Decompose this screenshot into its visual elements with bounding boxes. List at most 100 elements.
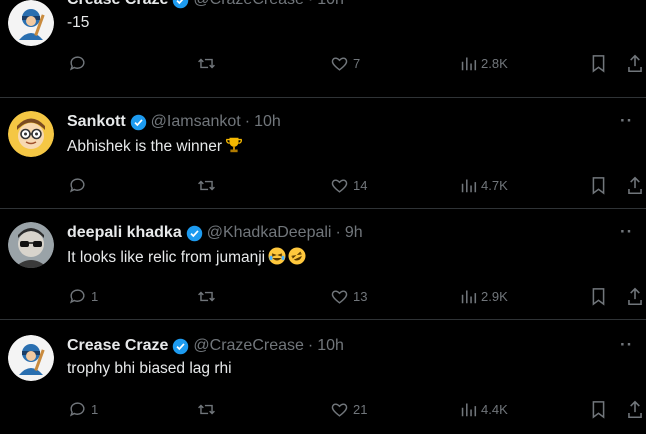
author-handle[interactable]: @KhadkaDeepali <box>207 224 332 242</box>
views-button[interactable]: 4.4K <box>460 398 508 420</box>
retweet-button[interactable] <box>196 52 217 74</box>
share-icon <box>628 54 642 72</box>
share-button[interactable] <box>626 285 644 307</box>
verified-badge-icon <box>186 225 202 241</box>
retweet-icon <box>198 404 215 414</box>
like-count: 7 <box>353 55 361 71</box>
share-button[interactable] <box>626 398 644 420</box>
tweet-text-content: It looks like relic from jumanji <box>67 249 266 266</box>
retweet-button[interactable] <box>196 174 217 196</box>
bookmark-icon <box>592 176 605 195</box>
share-button[interactable] <box>626 174 644 196</box>
reply-icon <box>69 288 85 303</box>
views-button[interactable]: 2.9K <box>460 285 508 307</box>
like-count: 21 <box>353 401 368 417</box>
share-button[interactable] <box>626 52 644 74</box>
retweet-icon <box>198 180 215 190</box>
tweet[interactable]: Crease Craze @CrazeCrease · 10h ·· -15 7… <box>0 0 646 98</box>
like-count: 13 <box>353 288 368 304</box>
retweet-button[interactable] <box>196 285 217 307</box>
more-options-icon[interactable]: ·· <box>620 335 633 355</box>
sunglasses-avatar-icon[interactable] <box>8 222 54 268</box>
tweet-text: -15 <box>67 14 89 32</box>
separator-dot: · <box>307 337 314 354</box>
bookmark-icon <box>592 287 605 306</box>
reply-icon <box>69 401 85 416</box>
reply-button[interactable]: 1 <box>68 285 98 307</box>
cricketer-avatar-icon[interactable] <box>8 0 54 46</box>
reply-count: 1 <box>91 288 99 304</box>
author-handle[interactable]: @CrazeCrease <box>193 0 304 9</box>
analytics-icon <box>461 290 477 303</box>
author-name[interactable]: Crease Craze <box>67 337 168 355</box>
retweet-icon <box>198 291 215 301</box>
tweet-text: It looks like relic from jumanji <box>67 247 308 270</box>
heart-icon <box>331 56 348 71</box>
tweet[interactable]: Sankott @Iamsankot · 10h ·· Abhishek is … <box>0 99 646 209</box>
reply-icon <box>69 177 85 192</box>
cartoon-glasses-avatar-icon[interactable] <box>8 111 54 157</box>
tweet-text-content: Abhishek is the winner <box>67 138 223 155</box>
view-count: 2.9K <box>481 288 508 304</box>
reply-button[interactable] <box>68 52 91 74</box>
author-handle[interactable]: @Iamsankot <box>151 113 241 131</box>
tweet-text-content: -15 <box>67 14 90 31</box>
author-name[interactable]: Sankott <box>67 113 126 131</box>
analytics-icon <box>461 403 477 416</box>
share-icon <box>628 287 642 305</box>
retweet-icon <box>198 58 215 68</box>
like-button[interactable]: 14 <box>330 174 367 196</box>
tweet-text: Abhishek is the winner <box>67 136 243 159</box>
trophy-emoji-icon <box>225 136 243 159</box>
more-options-icon[interactable]: ·· <box>620 222 633 242</box>
more-options-icon[interactable]: ·· <box>620 0 633 9</box>
heart-icon <box>331 402 348 417</box>
bookmark-icon <box>592 400 605 419</box>
author-name[interactable]: Crease Craze <box>67 0 168 9</box>
retweet-button[interactable] <box>196 398 217 420</box>
reply-count: 1 <box>91 401 99 417</box>
heart-icon <box>331 289 348 304</box>
bookmark-button[interactable] <box>590 398 607 420</box>
reply-icon <box>69 55 85 70</box>
like-button[interactable]: 13 <box>330 285 367 307</box>
like-count: 14 <box>353 177 368 193</box>
action-bar: 1 21 4.4K <box>0 398 646 420</box>
bookmark-button[interactable] <box>590 52 607 74</box>
tweet[interactable]: Crease Craze @CrazeCrease · 10h ·· troph… <box>0 321 646 434</box>
timestamp[interactable]: 9h <box>345 224 363 242</box>
analytics-icon <box>461 179 477 192</box>
view-count: 4.4K <box>481 401 508 417</box>
like-button[interactable]: 21 <box>330 398 367 420</box>
timestamp[interactable]: 10h <box>317 0 344 9</box>
like-button[interactable]: 7 <box>330 52 360 74</box>
reply-button[interactable]: 1 <box>68 398 98 420</box>
reply-button[interactable] <box>68 174 91 196</box>
heart-icon <box>331 178 348 193</box>
view-count: 2.8K <box>481 55 508 71</box>
separator-dot: · <box>244 113 251 130</box>
separator-dot: · <box>335 224 341 241</box>
cricketer-avatar-icon[interactable] <box>8 335 54 381</box>
laughing-emojis-icon <box>268 247 308 270</box>
action-bar: 7 2.8K <box>0 52 646 74</box>
verified-badge-icon <box>173 338 189 354</box>
bookmark-button[interactable] <box>590 285 607 307</box>
action-bar: 1 13 2.9K <box>0 285 646 307</box>
timestamp[interactable]: 10h <box>317 337 344 355</box>
bookmark-button[interactable] <box>590 174 607 196</box>
bookmark-icon <box>592 54 605 73</box>
analytics-icon <box>461 57 477 70</box>
separator-dot: · <box>308 0 313 9</box>
tweet[interactable]: deepali khadka @KhadkaDeepali · 9h ·· It… <box>0 210 646 320</box>
verified-badge-icon <box>130 114 146 130</box>
tweet-text-content: trophy bhi biased lag rhi <box>67 360 232 377</box>
share-icon <box>628 400 642 418</box>
author-name[interactable]: deepali khadka <box>67 224 182 242</box>
verified-badge-icon <box>173 0 189 8</box>
timestamp[interactable]: 10h <box>254 113 281 131</box>
more-options-icon[interactable]: ·· <box>620 111 633 131</box>
views-button[interactable]: 4.7K <box>460 174 508 196</box>
author-handle[interactable]: @CrazeCrease <box>193 337 304 355</box>
views-button[interactable]: 2.8K <box>460 52 508 74</box>
